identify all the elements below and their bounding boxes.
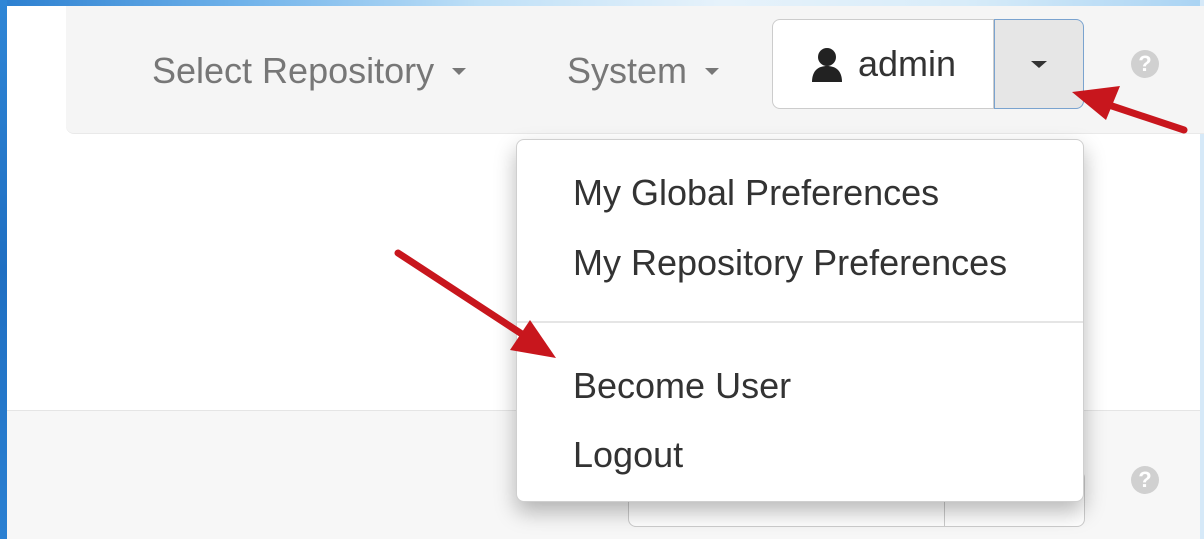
arrow-to-toggle — [1072, 86, 1188, 134]
arrow-to-become-user — [394, 249, 556, 358]
annotation-arrows — [394, 86, 1188, 358]
